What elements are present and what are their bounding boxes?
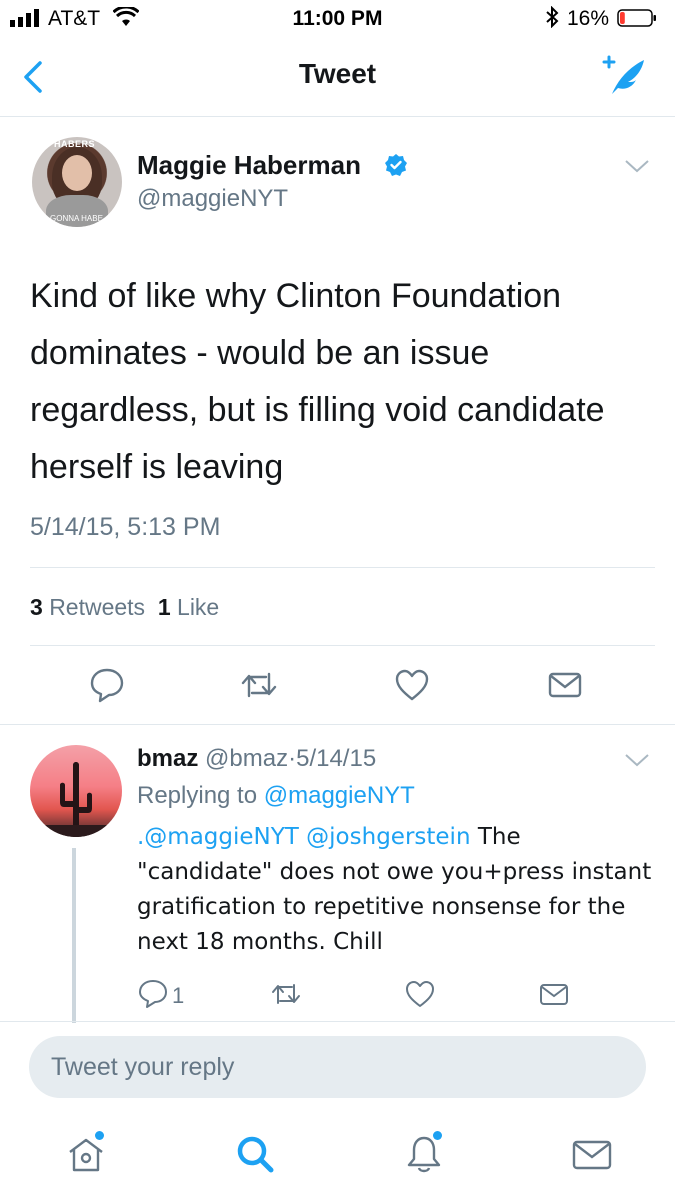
reply-icon[interactable] (137, 978, 169, 1010)
chevron-down-icon[interactable] (624, 752, 650, 768)
likes-label: Like (177, 594, 220, 620)
divider (30, 645, 655, 646)
notifications-dot (433, 1131, 442, 1140)
avatar-face (62, 155, 92, 191)
divider (0, 1021, 675, 1022)
like-icon[interactable] (404, 978, 436, 1010)
retweets-stat[interactable]: 3 Retweets (30, 594, 145, 620)
battery-icon (617, 9, 656, 27)
search-icon[interactable] (233, 1132, 277, 1176)
navigation-bar: Tweet (0, 38, 675, 117)
direct-message-icon[interactable] (546, 666, 584, 704)
retweet-icon[interactable] (270, 978, 302, 1010)
engagement-stats: 3 Retweets 1 Like (30, 594, 219, 621)
replying-to-prefix: Replying to (137, 782, 258, 809)
divider (30, 567, 655, 568)
avatar-caption-top: HABERS (54, 139, 96, 149)
retweet-icon[interactable] (240, 666, 278, 704)
verified-badge-icon (385, 154, 407, 176)
reply-input[interactable] (29, 1036, 646, 1098)
author-handle[interactable]: @maggieNYT (137, 185, 288, 213)
reply-author-avatar[interactable] (30, 745, 122, 837)
reply-author-handle[interactable]: @bmaz (205, 745, 288, 772)
bluetooth-icon (546, 6, 559, 28)
cactus-silhouette-icon (30, 762, 122, 837)
reply-separator: · (288, 745, 297, 772)
messages-icon[interactable] (570, 1132, 614, 1176)
mention-link[interactable]: .@maggieNYT (137, 824, 299, 850)
reply-count: 1 (172, 983, 185, 1008)
author-name[interactable]: Maggie Haberman (137, 150, 361, 181)
retweets-label: Retweets (49, 594, 146, 620)
reply-author-name[interactable]: bmaz (137, 745, 198, 772)
reply-icon[interactable] (88, 666, 126, 704)
replying-to-line: Replying to @maggieNYT (137, 782, 415, 810)
tweet-timestamp: 5/14/15, 5:13 PM (30, 513, 221, 541)
like-icon[interactable] (393, 666, 431, 704)
thread-line (72, 848, 76, 1023)
compose-tweet-icon[interactable] (598, 54, 648, 98)
reply-text: .@maggieNYT @joshgerstein The "candidate… (137, 820, 657, 960)
likes-stat[interactable]: 1 Like (158, 594, 219, 620)
chevron-down-icon[interactable] (624, 158, 650, 174)
reply-date: 5/14/15 (296, 745, 377, 772)
status-bar: AT&T 11:00 PM 16% (0, 0, 675, 38)
mention-link[interactable]: @joshgerstein (306, 824, 470, 850)
tweet-text: Kind of like why Clinton Foundation domi… (30, 277, 605, 486)
divider (0, 724, 675, 725)
direct-message-icon[interactable] (538, 978, 570, 1010)
retweets-count: 3 (30, 594, 43, 620)
avatar-caption-bottom: GONNA HABE (50, 214, 103, 223)
likes-count: 1 (157, 594, 171, 620)
battery-percent: 16% (567, 7, 610, 30)
author-avatar[interactable]: HABERS GONNA HABE (32, 137, 122, 227)
home-notification-dot (95, 1131, 104, 1140)
page-title: Tweet (298, 58, 377, 89)
reply-header: bmaz @bmaz·5/14/15 (137, 745, 376, 773)
replying-to-link[interactable]: @maggieNYT (264, 782, 415, 809)
